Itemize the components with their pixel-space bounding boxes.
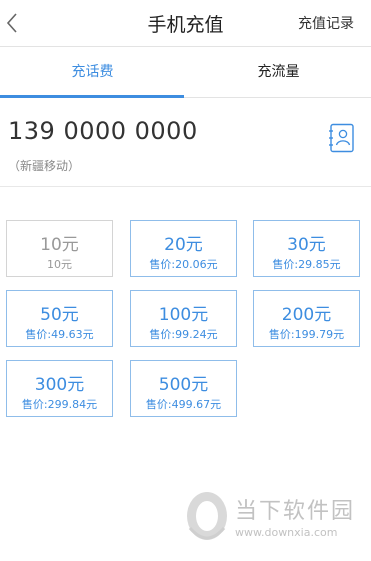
amount-option-20[interactable]: 20元 售价:20.06元 bbox=[130, 220, 237, 277]
contact-book-icon bbox=[329, 123, 354, 153]
tab-label: 充流量 bbox=[257, 64, 300, 80]
chevron-left-icon bbox=[6, 13, 17, 33]
option-price: 售价:49.63元 bbox=[25, 328, 94, 341]
contacts-button[interactable] bbox=[329, 123, 355, 153]
amount-option-200[interactable]: 200元 售价:199.79元 bbox=[253, 290, 360, 347]
option-amount: 50元 bbox=[40, 305, 79, 325]
amount-option-500[interactable]: 500元 售价:499.67元 bbox=[130, 360, 237, 417]
tab-bar: 充话费 充流量 bbox=[0, 48, 371, 98]
option-amount: 500元 bbox=[158, 375, 209, 395]
option-amount: 200元 bbox=[281, 305, 332, 325]
amount-option-100[interactable]: 100元 售价:99.24元 bbox=[130, 290, 237, 347]
amount-option-50[interactable]: 50元 售价:49.63元 bbox=[6, 290, 113, 347]
option-price: 售价:199.79元 bbox=[268, 328, 345, 341]
option-amount: 300元 bbox=[34, 375, 85, 395]
option-price: 售价:29.85元 bbox=[272, 258, 341, 271]
watermark-url: www.downxia.com bbox=[235, 526, 338, 539]
amount-option-30[interactable]: 30元 售价:29.85元 bbox=[253, 220, 360, 277]
recharge-history-link[interactable]: 充值记录 bbox=[298, 13, 354, 33]
option-price: 售价:20.06元 bbox=[149, 258, 218, 271]
option-amount: 100元 bbox=[158, 305, 209, 325]
option-amount: 30元 bbox=[287, 235, 326, 255]
watermark-text: 当下软件园 bbox=[235, 499, 356, 524]
option-amount: 20元 bbox=[164, 235, 203, 255]
tab-data-plan[interactable]: 充流量 bbox=[186, 48, 371, 97]
option-amount: 10元 bbox=[40, 235, 79, 255]
amount-option-300[interactable]: 300元 售价:299.84元 bbox=[6, 360, 113, 417]
tab-label: 充话费 bbox=[71, 64, 114, 80]
phone-number-input[interactable]: 139 0000 0000 bbox=[8, 117, 198, 145]
downxia-logo-icon bbox=[187, 492, 227, 540]
option-price: 10元 bbox=[47, 258, 72, 271]
option-price: 售价:299.84元 bbox=[21, 398, 98, 411]
option-price: 售价:499.67元 bbox=[145, 398, 222, 411]
back-button[interactable] bbox=[0, 0, 30, 47]
tab-phone-credit[interactable]: 充话费 bbox=[0, 48, 185, 97]
carrier-label: （新疆移动） bbox=[8, 159, 81, 173]
app-header: 手机充值 充值记录 bbox=[0, 0, 371, 47]
phone-section: 139 0000 0000 （新疆移动） bbox=[0, 98, 371, 187]
amount-option-10[interactable]: 10元 10元 bbox=[6, 220, 113, 277]
option-price: 售价:99.24元 bbox=[149, 328, 218, 341]
watermark: 当下软件园 www.downxia.com bbox=[180, 490, 365, 550]
